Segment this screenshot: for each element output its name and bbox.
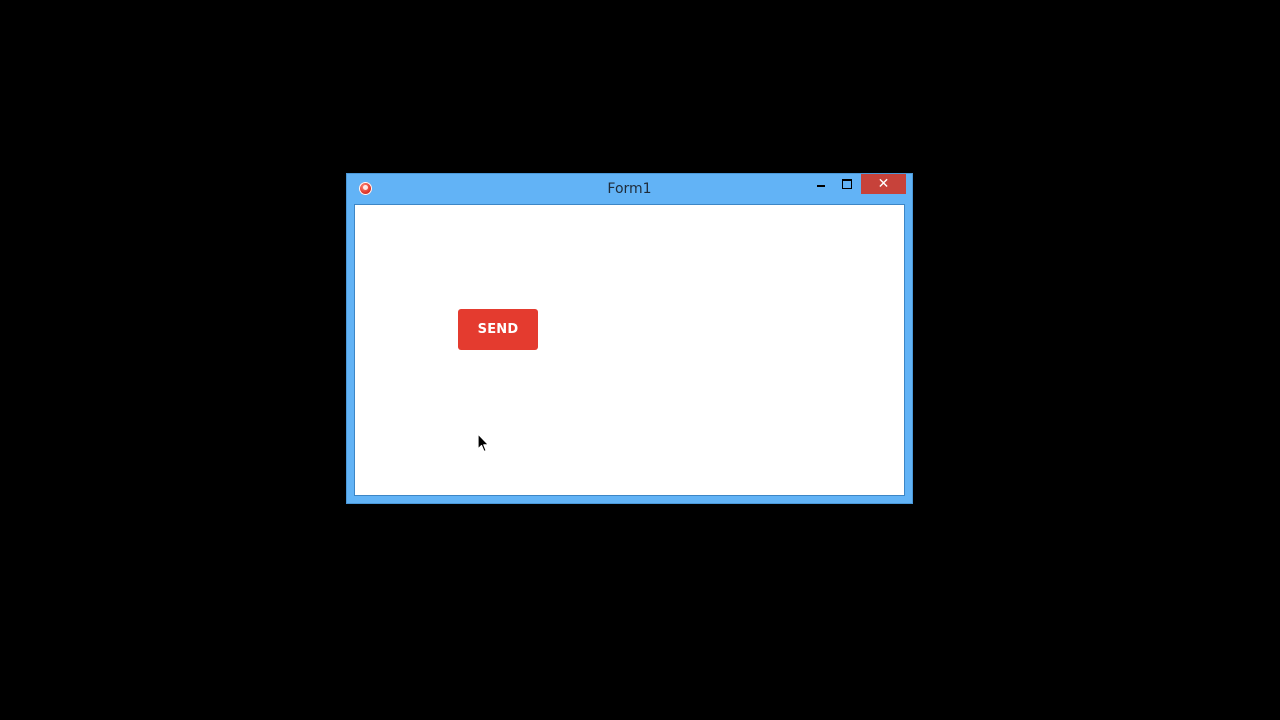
minimize-icon xyxy=(817,185,825,187)
send-button[interactable]: SEND xyxy=(458,309,538,350)
mouse-cursor-icon xyxy=(477,433,490,453)
form-client-area: SEND xyxy=(354,204,905,496)
desktop: Form1 ✕ SEND xyxy=(0,0,1280,720)
form1-window: Form1 ✕ SEND xyxy=(346,173,913,504)
maximize-icon xyxy=(842,179,852,189)
minimize-button[interactable] xyxy=(808,174,834,194)
close-icon: ✕ xyxy=(877,176,890,192)
maximize-button[interactable] xyxy=(834,174,860,194)
title-bar[interactable]: Form1 ✕ xyxy=(347,174,912,204)
close-button[interactable]: ✕ xyxy=(861,174,906,194)
